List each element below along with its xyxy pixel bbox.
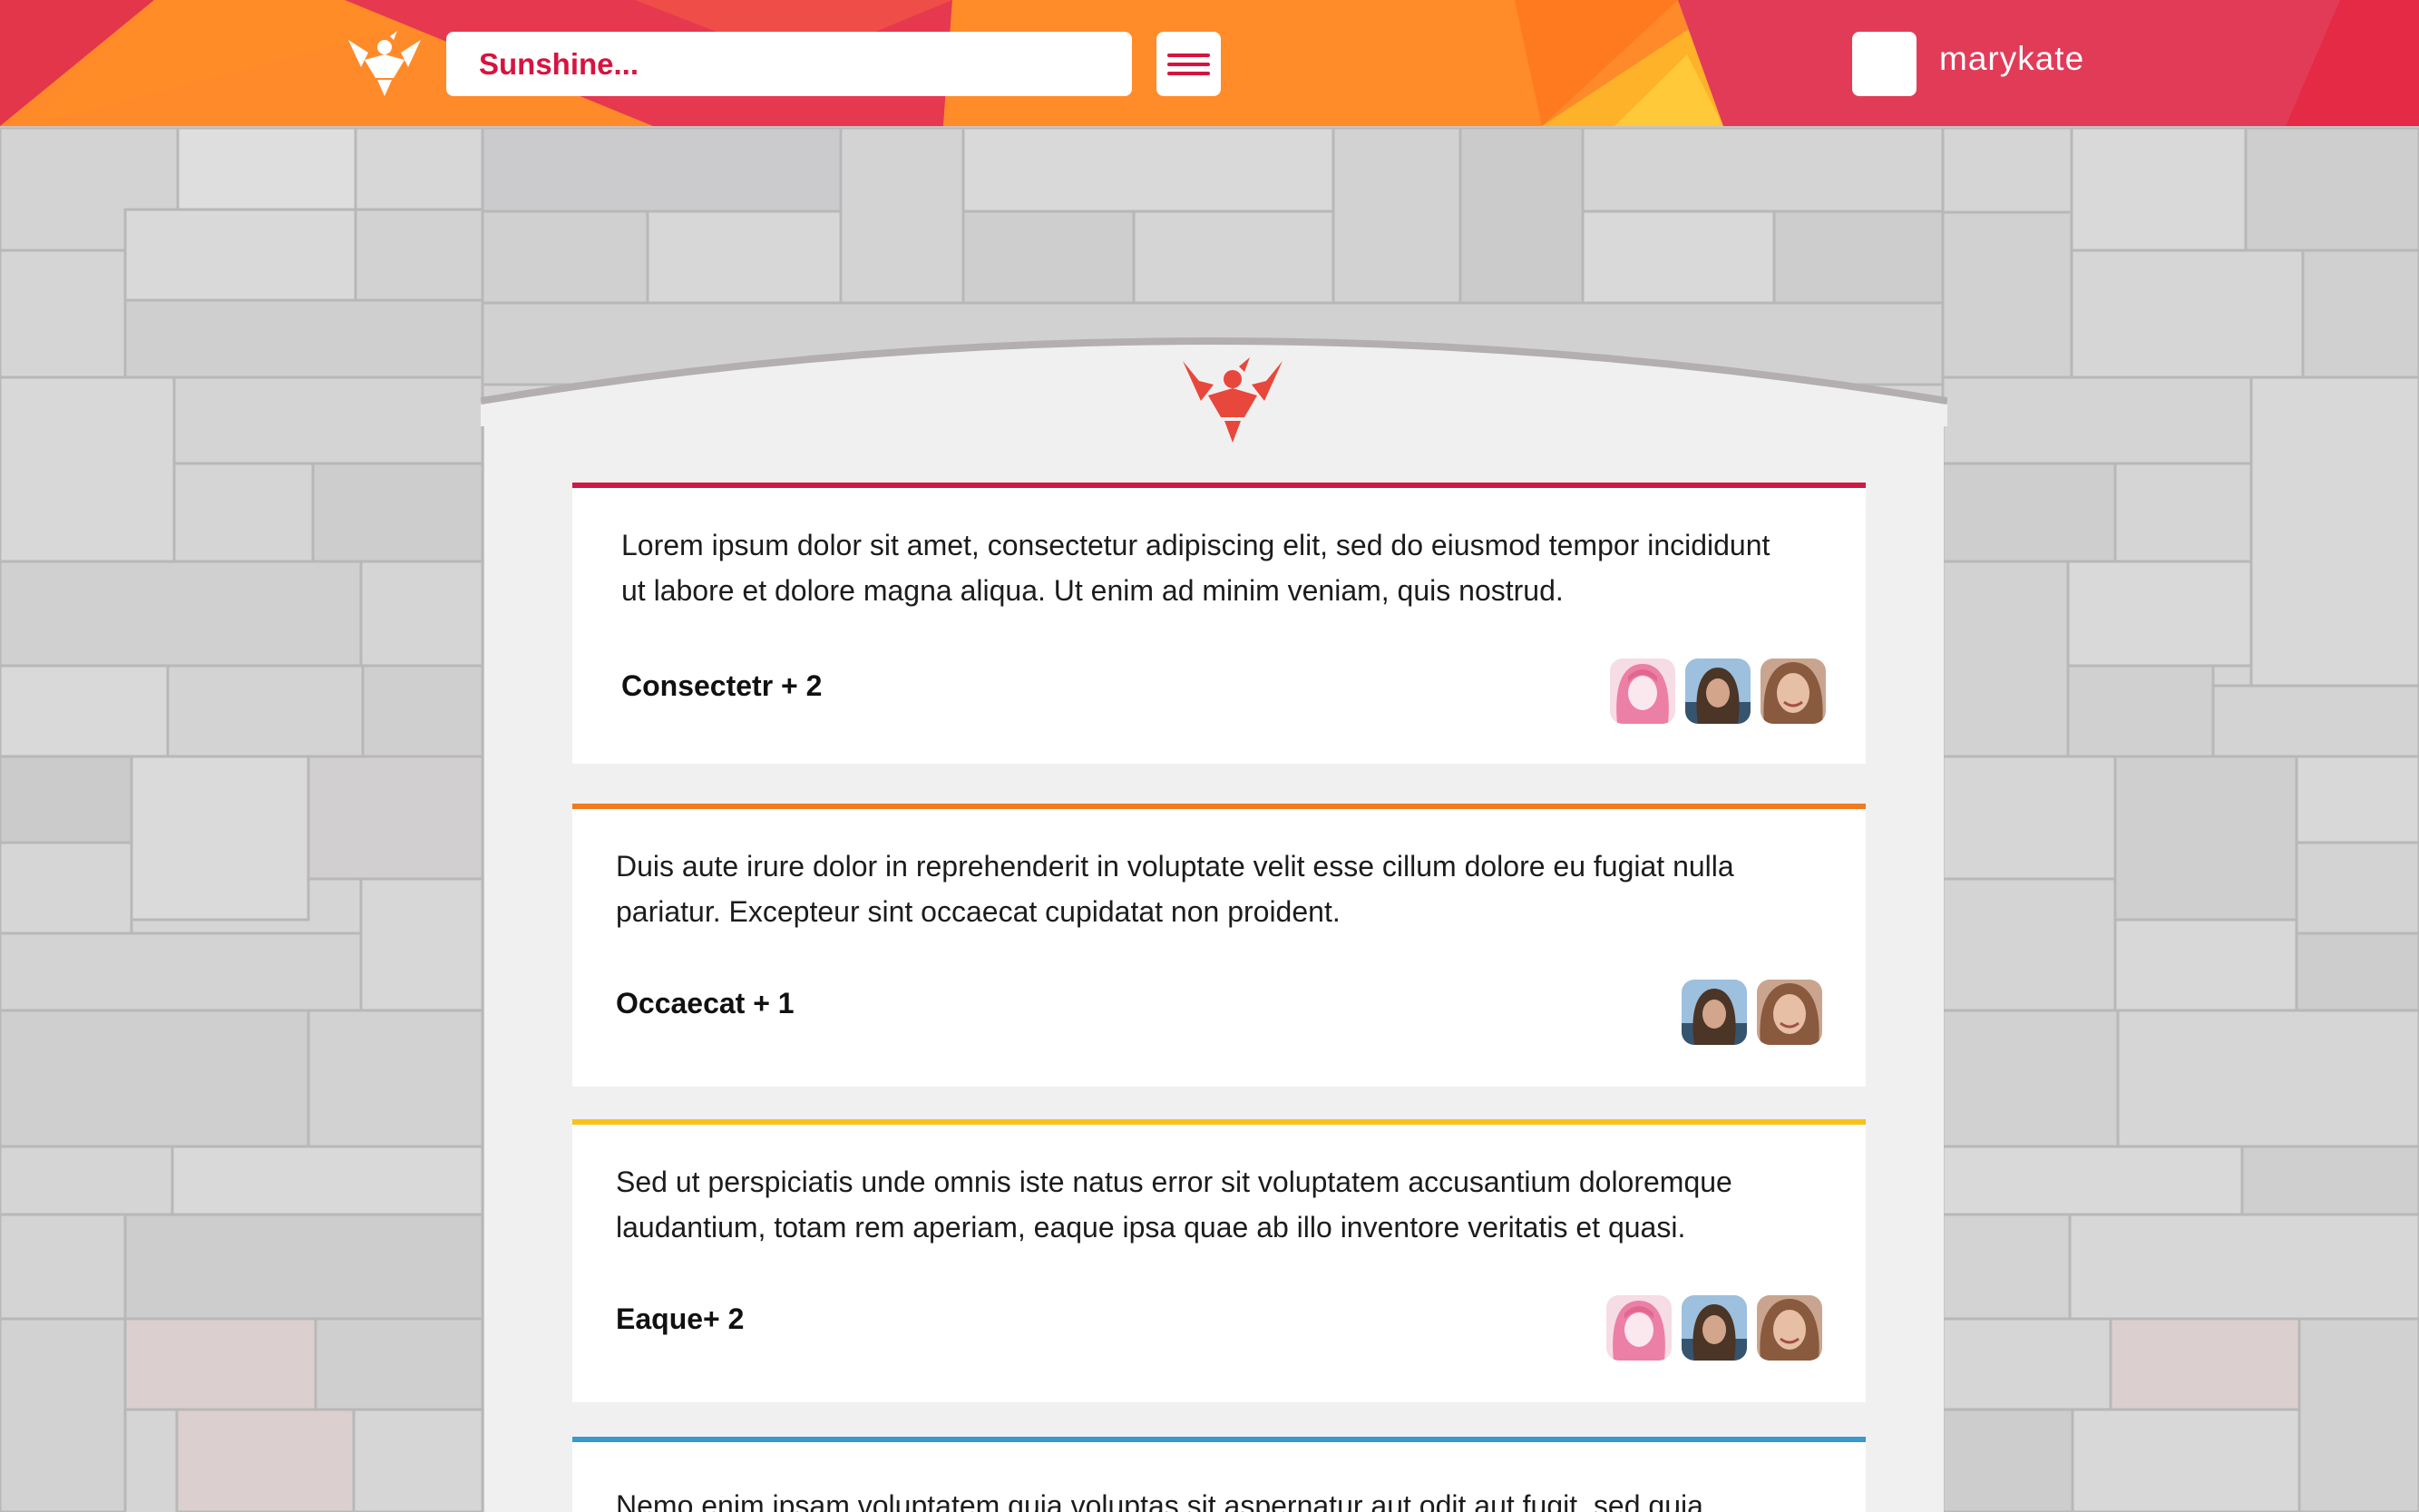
- photo-avatar-dark-hair[interactable]: [1682, 980, 1747, 1045]
- pink-illustrated-avatar[interactable]: [1606, 1295, 1672, 1361]
- user-avatar[interactable]: [1852, 32, 1917, 96]
- hamburger-menu-icon-line: [1167, 63, 1210, 66]
- post-participants[interactable]: Eaque+ 2: [616, 1302, 744, 1336]
- photo-avatar-dark-hair[interactable]: [1682, 1295, 1747, 1361]
- post-participants[interactable]: Consectetr + 2: [621, 669, 822, 703]
- post-text: Sed ut perspiciatis unde omnis iste natu…: [616, 1166, 1732, 1244]
- post-card[interactable]: Duis aute irure dolor in reprehenderit i…: [572, 804, 1866, 1087]
- post-card[interactable]: Sed ut perspiciatis unde omnis iste natu…: [572, 1119, 1866, 1402]
- username-label[interactable]: marykate: [1939, 40, 2084, 78]
- post-text: Duis aute irure dolor in reprehenderit i…: [616, 850, 1734, 928]
- photo-avatar-light-hair[interactable]: [1757, 980, 1822, 1045]
- avatar-group: [1610, 658, 1826, 724]
- menu-button[interactable]: [1156, 32, 1221, 96]
- photo-avatar-light-hair[interactable]: [1757, 1295, 1822, 1361]
- search-input[interactable]: [446, 32, 1132, 96]
- photo-avatar-light-hair[interactable]: [1761, 658, 1826, 724]
- pink-illustrated-avatar[interactable]: [1610, 658, 1675, 724]
- post-participants[interactable]: Occaecat + 1: [616, 987, 795, 1020]
- post-text: Nemo enim ipsam voluptatem quia voluptas…: [616, 1489, 1703, 1512]
- hamburger-menu-icon: [1167, 54, 1210, 57]
- avatar-group: [1606, 1295, 1822, 1361]
- avatar-group: [1682, 980, 1822, 1045]
- post-card[interactable]: Lorem ipsum dolor sit amet, consectetur …: [572, 483, 1866, 764]
- winged-figure-logo-icon[interactable]: [341, 27, 428, 100]
- hamburger-menu-icon-line: [1167, 72, 1210, 75]
- top-bar: marykate: [0, 0, 2419, 128]
- photo-avatar-dark-hair[interactable]: [1685, 658, 1751, 724]
- winged-figure-logo-icon: [1183, 357, 1283, 443]
- post-card[interactable]: Nemo enim ipsam voluptatem quia voluptas…: [572, 1437, 1866, 1512]
- post-text: Lorem ipsum dolor sit amet, consectetur …: [621, 529, 1770, 607]
